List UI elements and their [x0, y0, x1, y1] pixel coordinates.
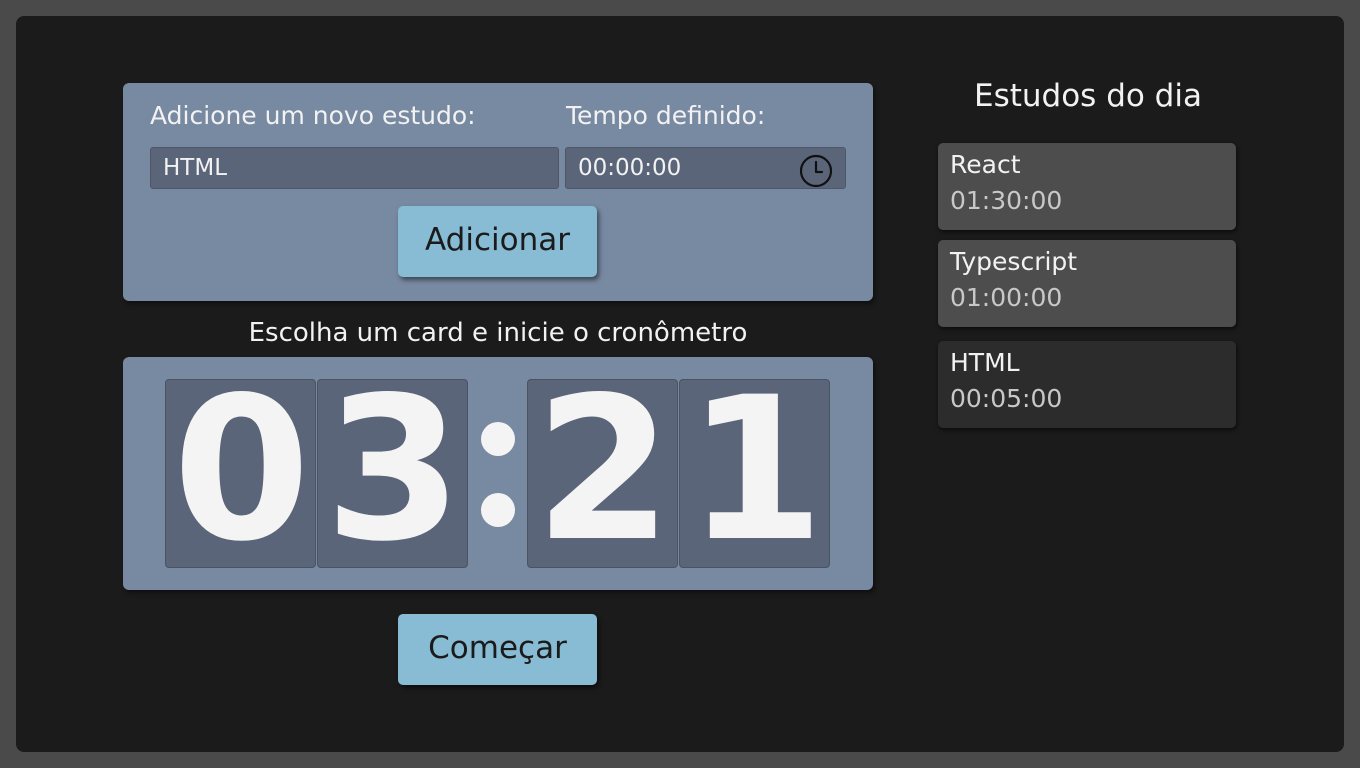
add-study-form: Adicione um novo estudo: Tempo definido:…: [123, 83, 873, 301]
seconds-ones-digit: 1: [686, 379, 825, 568]
colon-dot-bottom: [481, 493, 515, 527]
study-card-time: 00:05:00: [950, 384, 1063, 413]
study-card-react[interactable]: React 01:30:00: [938, 143, 1236, 230]
timer-prompt: Escolha um card e inicie o cronômetro: [248, 318, 748, 348]
seconds-ones-digit-box: 1: [679, 379, 830, 568]
minutes-tens-digit-box: 0: [165, 379, 316, 568]
clock-icon[interactable]: [799, 154, 833, 188]
time-field-label: Tempo definido:: [566, 101, 766, 130]
seconds-tens-digit-box: 2: [527, 379, 678, 568]
study-card-name: React: [950, 150, 1021, 179]
seconds-tens-digit: 2: [534, 379, 673, 568]
start-button[interactable]: Começar: [398, 614, 597, 685]
study-name-input[interactable]: HTML: [150, 147, 559, 189]
study-card-time: 01:00:00: [950, 283, 1063, 312]
minutes-ones-digit-box: 3: [317, 379, 468, 568]
study-card-name: Typescript: [950, 247, 1078, 276]
study-card-typescript[interactable]: Typescript 01:00:00: [938, 240, 1236, 327]
app-window: Adicione um novo estudo: Tempo definido:…: [16, 16, 1344, 752]
study-field-label: Adicione um novo estudo:: [150, 101, 476, 130]
stopwatch-display: 0 3 2 1: [123, 357, 873, 590]
study-card-html[interactable]: HTML 00:05:00: [938, 341, 1236, 428]
add-button[interactable]: Adicionar: [398, 206, 597, 277]
studies-list-title: Estudos do dia: [974, 78, 1202, 114]
time-input[interactable]: 00:00:00: [565, 147, 846, 189]
time-input-value: 00:00:00: [578, 155, 682, 181]
study-card-time: 01:30:00: [950, 186, 1063, 215]
minutes-tens-digit: 0: [172, 379, 311, 568]
study-card-name: HTML: [950, 348, 1020, 377]
minutes-ones-digit: 3: [324, 379, 463, 568]
colon-dot-top: [481, 422, 515, 456]
